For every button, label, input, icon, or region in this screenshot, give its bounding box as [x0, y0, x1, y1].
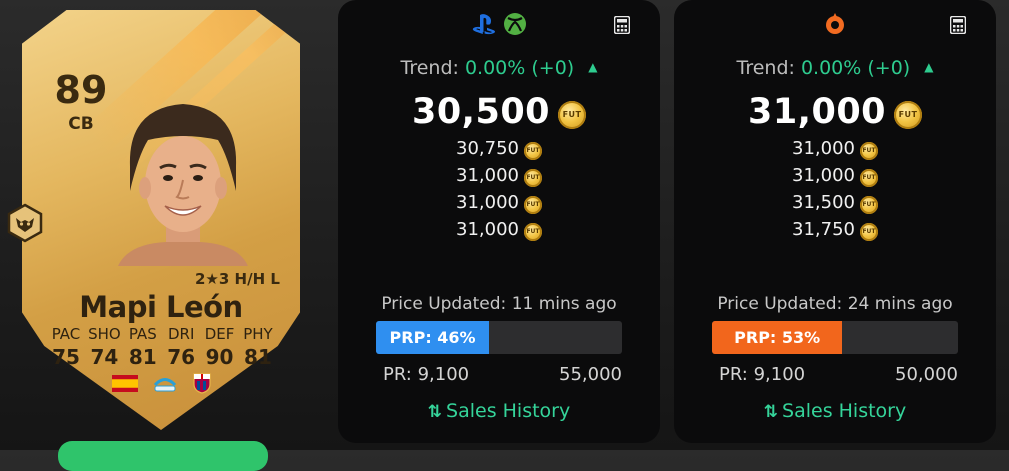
- action-button[interactable]: [58, 441, 268, 471]
- price-list-item: 31,000 FUT: [338, 165, 660, 192]
- stat-label-dri: DRI: [167, 325, 195, 343]
- prp-label: PRP: 46%: [389, 328, 476, 347]
- stat-label-pas: PAS: [128, 325, 157, 343]
- prp-progress-bar: PRP: 53%: [712, 321, 958, 354]
- trend-label: Trend:: [736, 57, 795, 79]
- price-trend: Trend: 0.00% (+0) ▲: [674, 57, 996, 79]
- price-list-item: 31,000 FUT: [338, 219, 660, 246]
- prp-label: PRP: 53%: [734, 328, 821, 347]
- price-range-max: 50,000: [895, 364, 958, 385]
- fut-coin-icon: FUT: [859, 223, 878, 241]
- price-list-item: 31,000 FUT: [674, 165, 996, 192]
- sales-history-label: Sales History: [446, 400, 571, 422]
- playstation-icon: [472, 14, 496, 35]
- trend-label: Trend:: [400, 57, 459, 79]
- xbox-icon: [504, 13, 526, 35]
- player-name: Mapi León: [79, 290, 243, 324]
- price-list-item: 31,500 FUT: [674, 192, 996, 219]
- sales-history-link[interactable]: ⇅ Sales History: [338, 400, 660, 422]
- league-logo-icon: [153, 378, 177, 392]
- spain-flag-icon: [112, 374, 138, 392]
- calculator-icon[interactable]: [614, 16, 630, 34]
- lowest-price: 31,000 FUT: [674, 92, 996, 132]
- stat-value-sho: 74: [90, 345, 119, 369]
- stat-value-pac: 75: [52, 345, 80, 369]
- prp-progress-bar: PRP: 46%: [376, 321, 622, 354]
- sales-history-label: Sales History: [782, 400, 907, 422]
- player-position: CB: [68, 114, 94, 134]
- fut-coin-icon: FUT: [523, 223, 542, 241]
- price-list-item: 31,750 FUT: [674, 219, 996, 246]
- price-value: 30,750: [456, 138, 519, 159]
- price-range-max: 55,000: [559, 364, 622, 385]
- lowest-price: 30,500 FUT: [338, 92, 660, 132]
- price-range: PR: 9,100 50,000: [719, 364, 958, 385]
- price-range-min: PR: 9,100: [383, 364, 470, 385]
- sales-history-link[interactable]: ⇅ Sales History: [674, 400, 996, 422]
- trend-value: 0.00% (+0): [464, 57, 575, 79]
- price-list: 30,750 FUT 31,000 FUT 31,000 FUT 31,000 FUT: [338, 138, 660, 246]
- price-list-item: 31,000 FUT: [338, 192, 660, 219]
- price-value: 31,000: [456, 192, 519, 213]
- prp-progress-fill: PRP: 53%: [712, 321, 843, 354]
- price-list-item: 31,000 FUT: [674, 138, 996, 165]
- lowest-price-value: 30,500: [411, 92, 551, 132]
- fut-coin-icon: FUT: [523, 169, 542, 187]
- fut-coin-icon: FUT: [523, 142, 542, 160]
- price-value: 31,000: [456, 165, 519, 186]
- stat-value-pas: 81: [128, 345, 157, 369]
- stat-value-def: 90: [205, 345, 234, 369]
- price-value: 31,000: [792, 165, 855, 186]
- price-value: 31,500: [792, 192, 855, 213]
- stat-labels: PAC SHO PAS DRI DEF PHY: [47, 325, 277, 343]
- fut-coin-icon: FUT: [859, 169, 878, 187]
- prp-progress-fill: PRP: 46%: [376, 321, 490, 354]
- price-value: 31,000: [792, 138, 855, 159]
- origin-icon: [826, 13, 844, 34]
- evolution-badge-icon: [7, 203, 43, 243]
- stat-value-phy: 81: [244, 345, 272, 369]
- fut-coin-icon: FUT: [523, 196, 542, 214]
- price-list-item: 30,750 FUT: [338, 138, 660, 165]
- nation-league-club: [112, 372, 212, 394]
- price-value: 31,750: [792, 219, 855, 240]
- price-range: PR: 9,100 55,000: [383, 364, 622, 385]
- stat-values: 75 74 81 76 90 81: [47, 345, 277, 369]
- price-value: 31,000: [456, 219, 519, 240]
- platform-icons: [674, 12, 996, 36]
- console-price-panel: Trend: 0.00% (+0) ▲ 30,500 FUT 30,750 FUT …: [338, 0, 660, 443]
- price-trend: Trend: 0.00% (+0) ▲: [338, 57, 660, 79]
- price-range-min: PR: 9,100: [719, 364, 806, 385]
- stat-label-phy: PHY: [243, 325, 273, 343]
- price-updated-time: Price Updated: 11 mins ago: [381, 294, 617, 314]
- calculator-icon[interactable]: [950, 16, 966, 34]
- trend-up-icon: ▲: [924, 60, 934, 74]
- platform-icons: [338, 12, 660, 36]
- price-updated-time: Price Updated: 24 mins ago: [717, 294, 953, 314]
- club-crest-icon: [193, 373, 211, 394]
- sort-arrows-icon: ⇅: [427, 402, 443, 422]
- fut-coin-icon: FUT: [558, 101, 587, 129]
- player-card[interactable]: 89 CB 2★3 H/H L Mapi León PAC SHO PAS DR…: [0, 0, 330, 471]
- stat-value-dri: 76: [167, 345, 196, 369]
- fut-coin-icon: FUT: [859, 142, 878, 160]
- pc-price-panel: Trend: 0.00% (+0) ▲ 31,000 FUT 31,000 FUT …: [674, 0, 996, 443]
- stat-label-pac: PAC: [51, 325, 81, 343]
- fut-coin-icon: FUT: [859, 196, 878, 214]
- price-list: 31,000 FUT 31,000 FUT 31,500 FUT 31,750 FUT: [674, 138, 996, 246]
- player-rating: 89: [54, 68, 108, 112]
- stat-label-sho: SHO: [88, 325, 121, 343]
- fut-coin-icon: FUT: [894, 101, 923, 129]
- trend-value: 0.00% (+0): [800, 57, 911, 79]
- stat-label-def: DEF: [204, 325, 235, 343]
- sort-arrows-icon: ⇅: [763, 402, 779, 422]
- player-photo: [118, 104, 248, 266]
- skill-moves-work-rates: 2★3 H/H L: [195, 270, 280, 288]
- trend-up-icon: ▲: [588, 60, 598, 74]
- lowest-price-value: 31,000: [747, 92, 887, 132]
